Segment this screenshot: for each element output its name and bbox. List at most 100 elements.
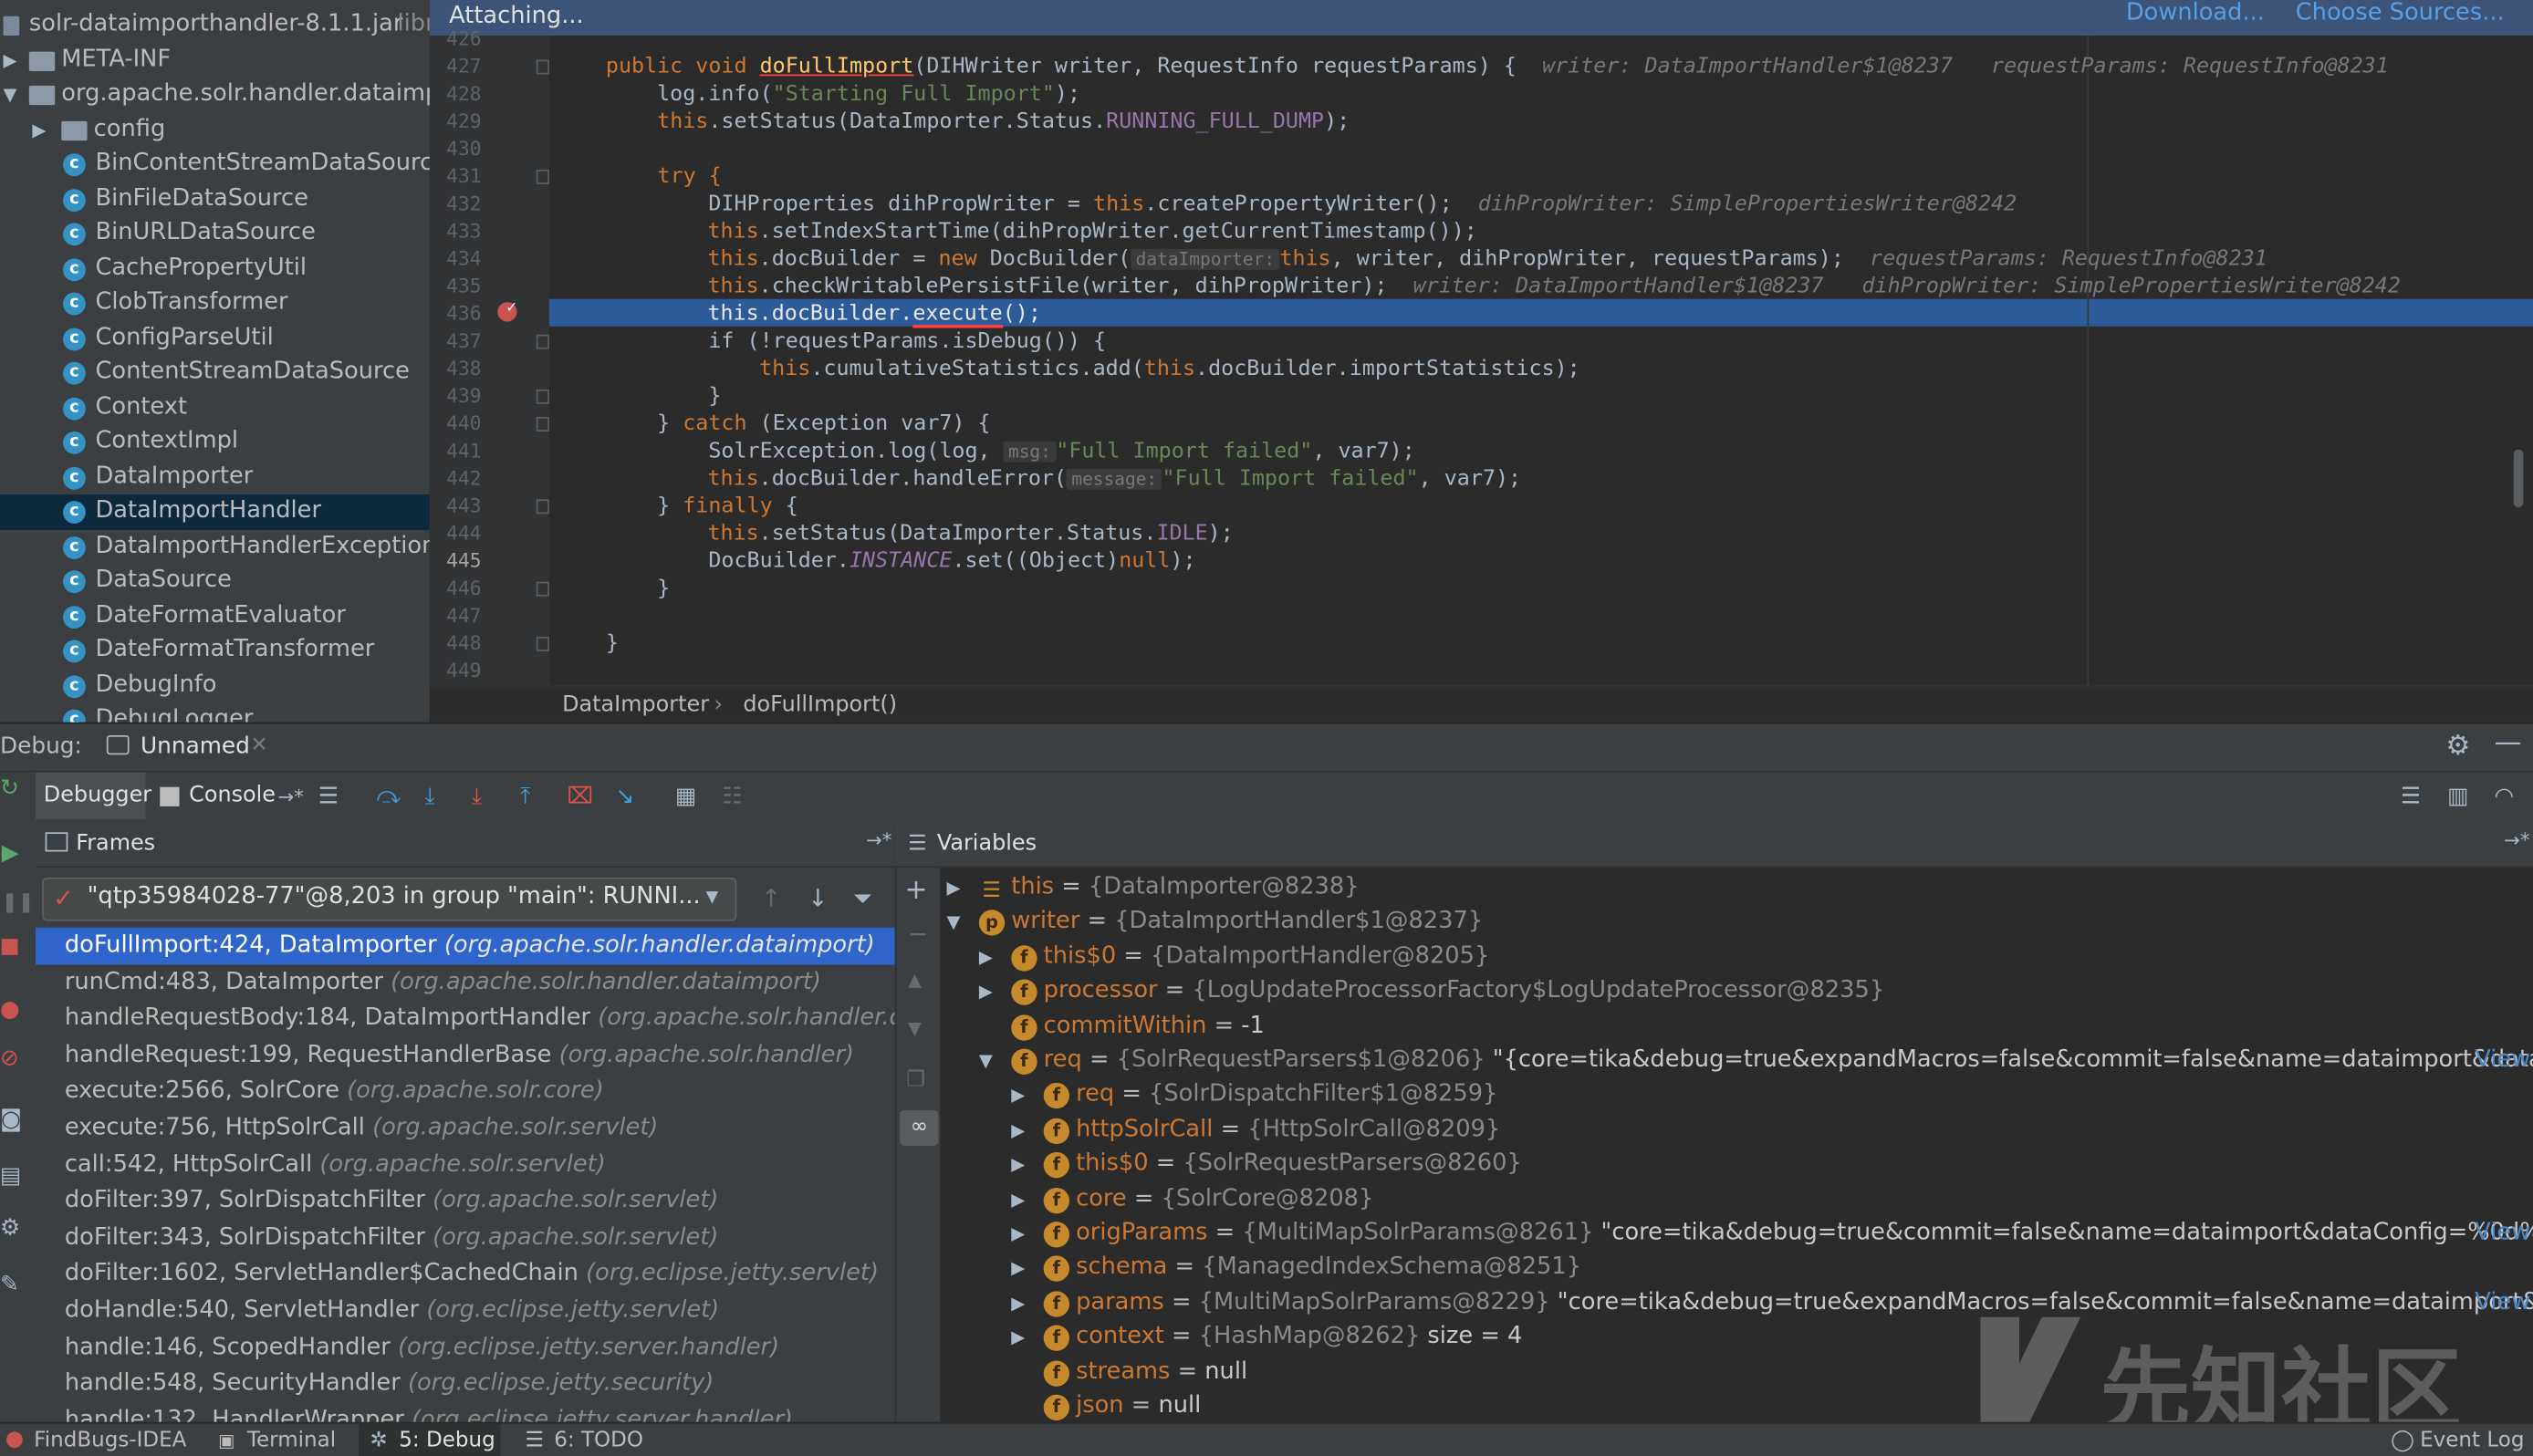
line-number[interactable]: 446: [430, 576, 481, 603]
expand-arrow-icon[interactable]: ▶: [1011, 1148, 1025, 1182]
fold-marker-icon[interactable]: [536, 389, 549, 404]
variable-row[interactable]: f commitWithin = -1: [895, 1009, 2533, 1044]
frame-down-icon[interactable]: ↓: [808, 884, 828, 913]
line-number[interactable]: 434: [430, 245, 481, 273]
frame-row[interactable]: doFullImport:424, DataImporter (org.apac…: [35, 927, 895, 964]
tree-item-class[interactable]: c ClobTransformer: [0, 286, 430, 321]
variable-row[interactable]: ▶ f processor = {LogUpdateProcessorFactory…: [895, 974, 2533, 1009]
minimize-icon[interactable]: —: [2495, 727, 2522, 759]
fold-marker-icon[interactable]: [536, 334, 549, 349]
expand-arrow-icon[interactable]: ▶: [4, 44, 17, 78]
frame-row[interactable]: handle:548, SecurityHandler (org.eclipse…: [36, 1366, 895, 1402]
evaluate-expression-icon[interactable]: ▦: [675, 773, 696, 821]
line-number[interactable]: 431: [430, 163, 481, 191]
line-number[interactable]: 447: [430, 603, 481, 630]
line-number[interactable]: 432: [430, 191, 481, 218]
todo-tab[interactable]: 6: TODO: [554, 1424, 643, 1456]
tree-item-class[interactable]: c ContextImpl: [0, 425, 430, 460]
performance-icon[interactable]: ◠: [2495, 773, 2515, 821]
tree-item-class[interactable]: c Context: [0, 390, 430, 425]
tree-item-class[interactable]: c BinURLDataSource: [0, 216, 430, 251]
expand-arrow-icon[interactable]: ▶: [1011, 1321, 1025, 1356]
line-number[interactable]: 437: [430, 328, 481, 356]
line-number[interactable]: 444: [430, 520, 481, 547]
view-breakpoints-icon[interactable]: ●: [0, 997, 20, 1023]
expand-arrow-icon[interactable]: ▶: [1011, 1113, 1025, 1148]
breadcrumb-method[interactable]: doFullImport(): [743, 692, 897, 717]
settings-icon[interactable]: ⚙: [0, 1215, 20, 1241]
line-number[interactable]: 449: [430, 658, 481, 685]
tree-item-class[interactable]: c DataImportHandler: [0, 494, 430, 530]
frame-row[interactable]: doFilter:343, SolrDispatchFilter (org.ap…: [36, 1220, 895, 1256]
expand-arrow-icon[interactable]: ▶: [979, 974, 993, 1009]
fold-marker-icon[interactable]: [536, 636, 549, 651]
tree-item-class[interactable]: c ConfigParseUtil: [0, 321, 430, 356]
step-out-icon[interactable]: ⤒: [520, 773, 530, 821]
expand-arrow-icon[interactable]: ▶: [1011, 1252, 1025, 1286]
mute-breakpoints-icon[interactable]: ⊘: [0, 1045, 19, 1071]
collapse-arrow-icon[interactable]: ▼: [946, 906, 960, 941]
line-number[interactable]: 433: [430, 218, 481, 245]
tree-item-config[interactable]: ▶ config: [0, 113, 430, 148]
frames-pin-icon[interactable]: →*: [866, 829, 891, 852]
variable-row[interactable]: ▶ f req = {SolrDispatchFilter$1@8259}: [895, 1078, 2533, 1113]
line-number[interactable]: 428: [430, 81, 481, 109]
fold-marker-icon[interactable]: [536, 499, 549, 515]
download-link[interactable]: Download...: [2126, 0, 2265, 26]
add-watch-icon[interactable]: +: [904, 874, 927, 906]
variable-row[interactable]: ▼ p writer = {DataImportHandler$1@8237}: [895, 906, 2533, 941]
gear-icon[interactable]: ⚙: [2445, 731, 2470, 763]
expand-arrow-icon[interactable]: ▶: [946, 871, 960, 906]
tree-item-class[interactable]: c DebugLogger: [0, 703, 430, 723]
tree-item-package[interactable]: ▼ org.apache.solr.handler.dataimpo: [0, 78, 430, 112]
line-number[interactable]: 445: [430, 547, 481, 575]
fold-marker-icon[interactable]: [536, 417, 549, 432]
line-number[interactable]: 442: [430, 465, 481, 493]
tree-item-class[interactable]: c DataImporter: [0, 460, 430, 494]
line-number[interactable]: 440: [430, 411, 481, 438]
camera-icon[interactable]: ◙: [0, 1107, 22, 1132]
resume-icon[interactable]: ▶: [2, 840, 19, 866]
frame-row[interactable]: handleRequestBody:184, DataImportHandler…: [36, 1001, 942, 1037]
fold-marker-icon[interactable]: [536, 169, 549, 184]
fold-marker-icon[interactable]: [536, 581, 549, 597]
line-number[interactable]: 448: [430, 630, 481, 658]
view-link[interactable]: View: [2475, 1286, 2530, 1321]
thread-selector[interactable]: ✓ "qtp35984028-77"@8,203 in group "main"…: [42, 877, 737, 921]
variable-row[interactable]: ▼ f req = {SolrRequestParsers$1@8206} "{co…: [895, 1044, 2533, 1078]
tree-item-class[interactable]: c BinFileDataSource: [0, 182, 430, 216]
show-watches-icon[interactable]: ∞: [900, 1109, 939, 1146]
pin-icon[interactable]: ✎: [0, 1272, 19, 1297]
remove-watch-icon[interactable]: −: [908, 920, 928, 949]
view-link[interactable]: View: [2475, 1217, 2530, 1252]
step-over-icon[interactable]: ⤼: [377, 773, 401, 821]
pin-tab-icon[interactable]: →*: [278, 773, 304, 821]
line-number[interactable]: 441: [430, 438, 481, 465]
variable-row[interactable]: ▶ f this$0 = {SolrRequestParsers@8260}: [895, 1148, 2533, 1182]
frame-row[interactable]: execute:2566, SolrCore (org.apache.solr.…: [36, 1074, 895, 1110]
debug-session-tab[interactable]: Unnamed: [141, 733, 250, 759]
frame-row[interactable]: runCmd:483, DataImporter (org.apache.sol…: [36, 964, 895, 1001]
line-number[interactable]: 429: [430, 109, 481, 136]
variable-row[interactable]: ▶ f params = {MultiMapSolrParams@8229} "co…: [895, 1286, 2533, 1321]
layout-settings-icon[interactable]: ▤: [0, 1163, 21, 1189]
line-number[interactable]: 435: [430, 273, 481, 300]
expand-arrow-icon[interactable]: ▶: [979, 941, 993, 975]
show-execution-point-icon[interactable]: ☰: [318, 773, 339, 821]
line-number[interactable]: 439: [430, 383, 481, 411]
stop-icon[interactable]: [1, 939, 18, 955]
line-number[interactable]: 427: [430, 53, 481, 80]
copy-icon[interactable]: ❐: [906, 1068, 925, 1093]
tree-item-class[interactable]: c DebugInfo: [0, 668, 430, 702]
expand-arrow-icon[interactable]: ▶: [1011, 1182, 1025, 1217]
force-step-into-icon[interactable]: ⤓: [472, 773, 482, 821]
expand-arrow-icon[interactable]: ▶: [1011, 1286, 1025, 1321]
variable-row[interactable]: ▶ f origParams = {MultiMapSolrParams@8261}…: [895, 1217, 2533, 1252]
collapse-arrow-icon[interactable]: ▼: [4, 78, 17, 112]
step-into-icon[interactable]: ⤓: [425, 773, 435, 821]
view-link[interactable]: View: [2475, 1044, 2530, 1078]
findbugs-tab[interactable]: FindBugs-IDEA: [34, 1424, 186, 1456]
move-down-icon[interactable]: ▼: [908, 1018, 922, 1039]
frame-row[interactable]: doFilter:397, SolrDispatchFilter (org.ap…: [36, 1183, 895, 1220]
rerun-icon[interactable]: ↻: [0, 775, 19, 801]
